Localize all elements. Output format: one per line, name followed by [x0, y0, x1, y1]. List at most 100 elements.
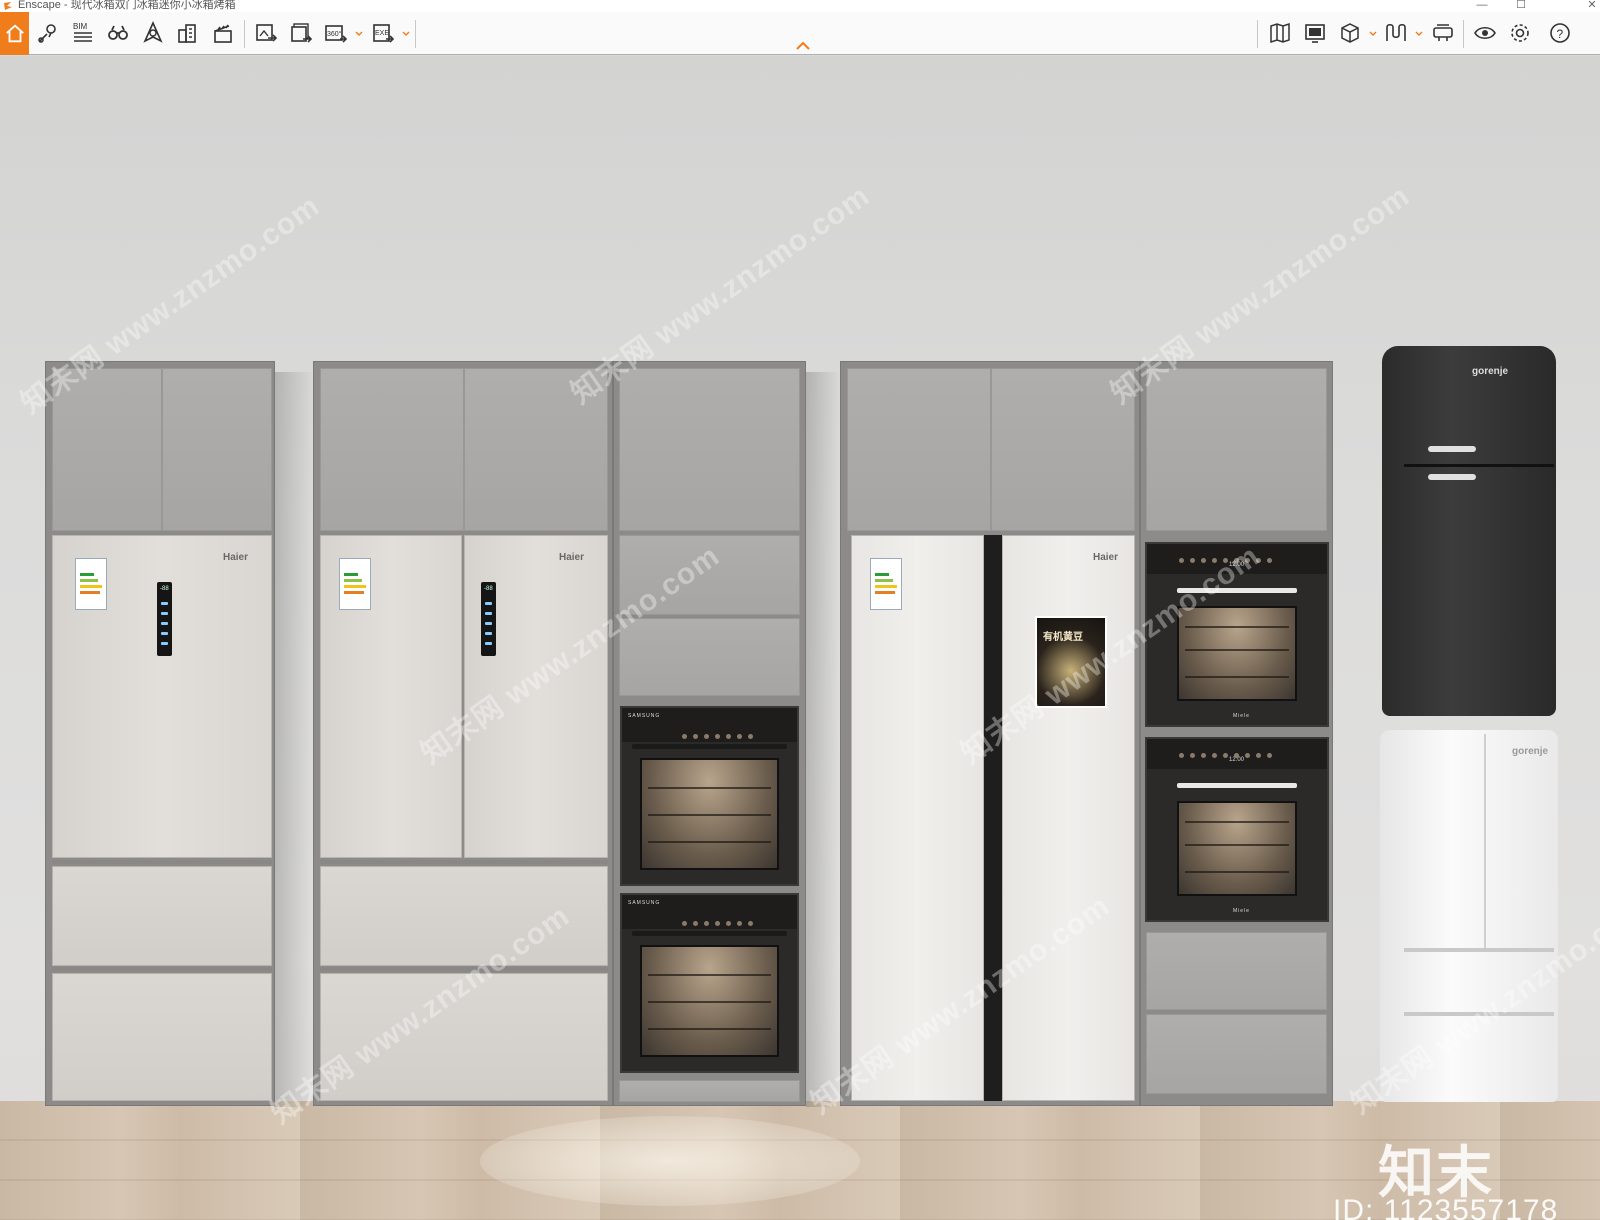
main-toolbar: BIM 360° EXE ?: [0, 12, 1600, 55]
asset-library-button[interactable]: [1335, 18, 1365, 48]
render-viewport[interactable]: -88 Haier -88 Haier SAMSUNG SAMSUNG Haie…: [0, 56, 1600, 1220]
material-editor-button[interactable]: [1381, 18, 1411, 48]
toolbar-separator: [415, 20, 416, 48]
cabinet-shadow: [274, 372, 314, 1107]
help-icon: ?: [1550, 23, 1570, 43]
close-button[interactable]: ✕: [1584, 0, 1600, 12]
monitor-button[interactable]: [1300, 18, 1330, 48]
location-pin-icon: [38, 24, 56, 43]
map-button[interactable]: [1265, 18, 1295, 48]
fridge-drawer: [52, 973, 272, 1101]
drawer-gap: [320, 860, 608, 864]
poster-text: 有机黄豆: [1043, 632, 1083, 643]
window-title: Enscape - 现代冰箱双门冰箱迷你小冰箱烤箱: [18, 0, 236, 11]
cube-icon: [1341, 23, 1359, 43]
export-exe-button[interactable]: EXE: [368, 18, 398, 48]
fridge-drawer: [52, 866, 272, 966]
door-seam: [1404, 464, 1554, 467]
title-bar: Enscape - 现代冰箱双门冰箱迷你小冰箱烤箱 — ☐ ✕: [0, 0, 1600, 12]
brand-logo: Haier: [223, 552, 249, 563]
chevron-down-icon[interactable]: [1369, 30, 1377, 38]
minimize-button[interactable]: —: [1474, 0, 1490, 12]
home-icon: [5, 24, 24, 42]
settings-button[interactable]: [1505, 18, 1535, 48]
views-button[interactable]: [33, 18, 63, 48]
svg-text:360°: 360°: [327, 30, 342, 38]
wall-oven: SAMSUNG: [620, 706, 799, 886]
render-image-icon: [256, 24, 278, 42]
energy-label: [339, 558, 371, 610]
cabinet-drawer: [1146, 932, 1327, 1010]
maximize-button[interactable]: ☐: [1513, 0, 1529, 12]
cabinet-drawer: [619, 618, 800, 696]
settings-icon: [1511, 24, 1529, 42]
wall-oven: 12:00 Miele: [1145, 737, 1329, 922]
oven-brand: SAMSUNG: [628, 713, 661, 719]
binoculars-icon: [108, 25, 128, 40]
svg-text:?: ?: [1557, 27, 1564, 41]
sync-button[interactable]: [173, 18, 203, 48]
fridge-handle: [1428, 446, 1476, 452]
brand-logo: gorenje: [1512, 746, 1549, 757]
oven-cabinet-2: 12:00 Miele 12:00 Miele: [1140, 361, 1333, 1106]
brand-logo: gorenje: [1472, 366, 1509, 377]
floor-light-spot: [480, 1116, 860, 1206]
visual-settings-button[interactable]: [1470, 18, 1500, 48]
display-readout: -88: [160, 586, 169, 592]
chevron-down-icon[interactable]: [1415, 30, 1423, 38]
vr-headset-button[interactable]: [1428, 18, 1458, 48]
fridge-door: -88 Haier: [52, 535, 272, 858]
energy-label: [870, 558, 902, 610]
fridge-control-display: -88: [157, 582, 172, 656]
material-icon: [1386, 23, 1406, 41]
export-exe-icon: EXE: [373, 24, 395, 43]
upper-cabinet-door: [1146, 368, 1327, 531]
drawer-gap: [52, 967, 272, 971]
chevron-down-icon[interactable]: [355, 30, 363, 38]
enscape-logo-icon: [4, 2, 12, 10]
buildings-icon: [178, 24, 196, 43]
toolbar-separator: [1463, 20, 1464, 48]
upper-cabinet-door: [619, 368, 800, 531]
upper-cabinet-door: [847, 368, 991, 531]
bim-button[interactable]: BIM: [68, 18, 98, 48]
oven-cabinet-1: SAMSUNG SAMSUNG: [613, 361, 806, 1106]
fridge-left-door: [320, 535, 462, 858]
fridge-control-display: -88: [481, 582, 496, 656]
oven-brand: Miele: [1233, 908, 1250, 914]
render-image-button[interactable]: [251, 18, 281, 48]
batch-render-icon: [291, 23, 313, 43]
batch-render-button[interactable]: [286, 18, 316, 48]
cabinet-drawer: [1146, 1014, 1327, 1094]
brand-logo: Haier: [1093, 552, 1119, 563]
svg-text:EXE: EXE: [375, 30, 389, 37]
map-icon: [1270, 22, 1290, 44]
toolbar-separator: [1257, 20, 1258, 48]
bim-icon: BIM: [73, 22, 92, 42]
chevron-up-icon[interactable]: [795, 40, 811, 52]
help-button[interactable]: ?: [1545, 18, 1575, 48]
upper-cabinet-door: [320, 368, 464, 531]
wall-oven: SAMSUNG: [620, 893, 799, 1073]
energy-label: [75, 558, 107, 610]
cabinet-shadow: [806, 372, 840, 1107]
fridge-center-strip: [984, 535, 1002, 1101]
svg-text:BIM: BIM: [73, 22, 88, 31]
walk-mode-button[interactable]: [103, 18, 133, 48]
video-editor-button[interactable]: [208, 18, 238, 48]
cabinet-unit-1: -88 Haier: [45, 361, 275, 1106]
compass-icon: [143, 21, 163, 43]
drawer-gap: [52, 860, 272, 864]
chevron-down-icon[interactable]: [402, 30, 410, 38]
cabinet-plinth: [619, 1080, 800, 1102]
home-button[interactable]: [0, 12, 29, 55]
monitor-icon: [1305, 24, 1325, 43]
door-seam: [1484, 734, 1486, 948]
fridge-handle: [1428, 474, 1476, 480]
brand-logo: Haier: [559, 552, 585, 563]
panorama-button[interactable]: 360°: [321, 18, 351, 48]
eye-icon: [1474, 26, 1496, 40]
upper-cabinet-door: [162, 368, 272, 531]
vr-headset-icon: [1433, 24, 1453, 41]
navigation-button[interactable]: [138, 18, 168, 48]
